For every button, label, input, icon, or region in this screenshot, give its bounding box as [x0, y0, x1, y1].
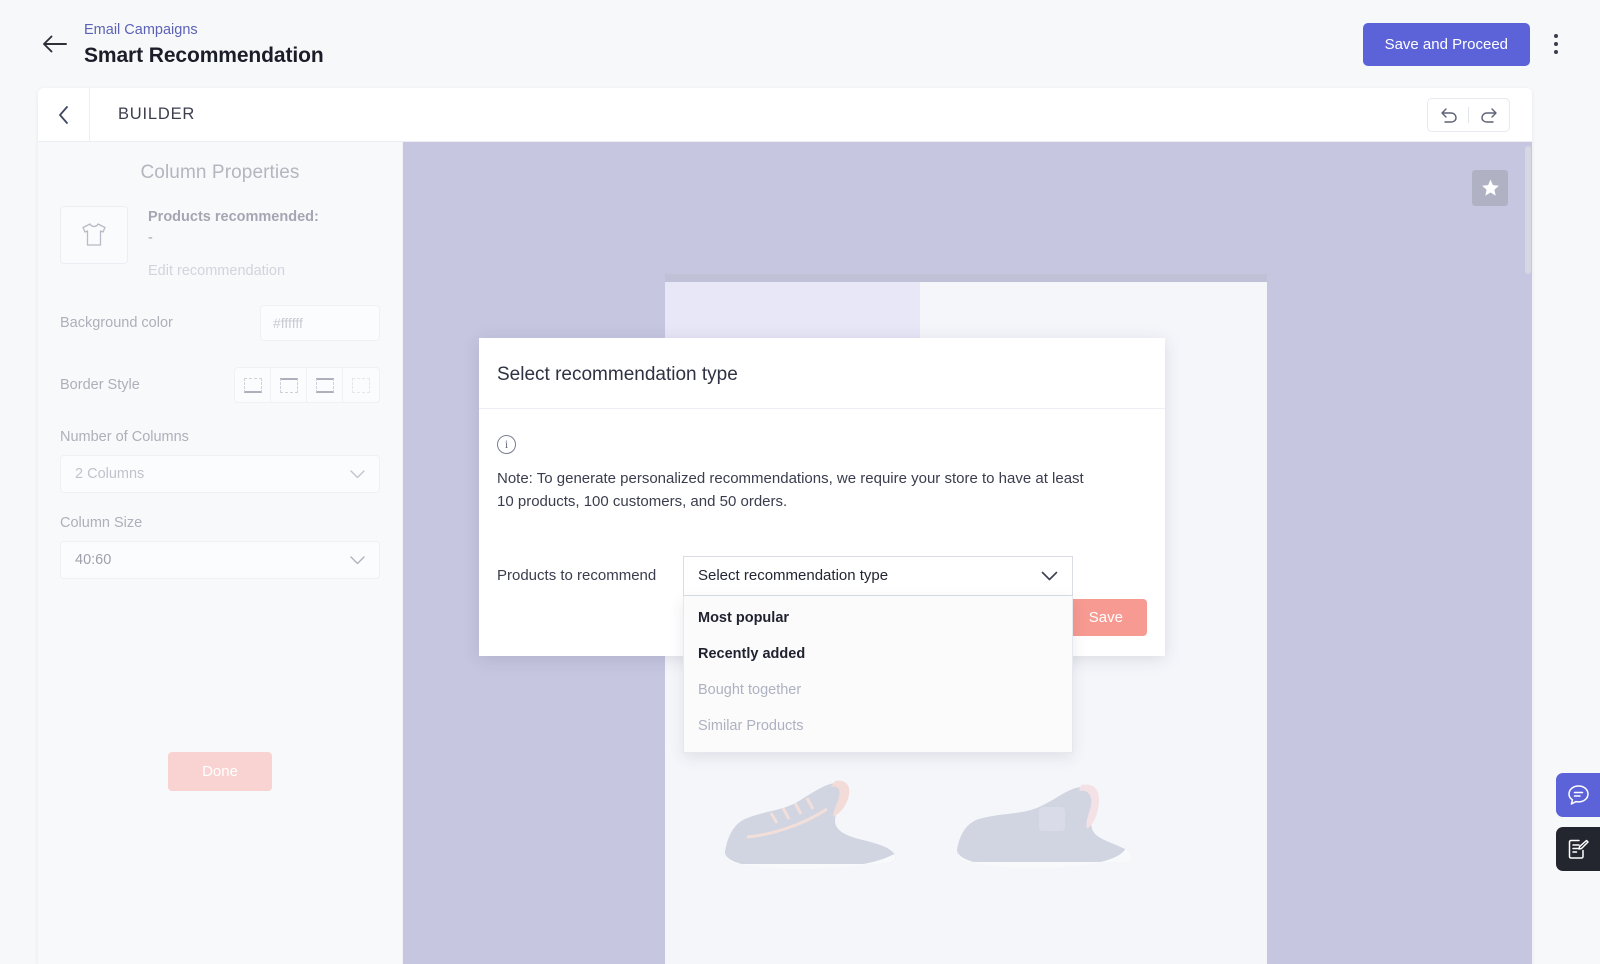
column-size-label: Column Size — [60, 515, 143, 532]
product-image-row — [699, 765, 1233, 877]
number-of-columns-field: Number of Columns 2 Columns — [60, 429, 380, 494]
done-button-wrap: Done — [38, 752, 402, 791]
border-style-row: Border Style — [60, 367, 380, 404]
builder-header: BUILDER — [38, 88, 1532, 142]
border-top-bottom-icon — [315, 377, 334, 393]
builder-body: Column Properties Products recommended: … — [38, 142, 1532, 964]
option-recently-added[interactable]: Recently added — [684, 636, 1072, 672]
number-of-columns-label: Number of Columns — [60, 429, 189, 446]
products-recommended-row: Products recommended: - Edit recommendat… — [60, 206, 380, 279]
modal-content: i Note: To generate personalized recomme… — [479, 435, 1165, 753]
border-top-icon — [279, 377, 298, 393]
page-title: Smart Recommendation — [84, 43, 324, 67]
background-color-input[interactable] — [260, 305, 380, 342]
modal-title: Select recommendation type — [479, 338, 1165, 409]
select-recommendation-type-modal: Select recommendation type i Note: To ge… — [479, 338, 1165, 753]
background-color-label: Background color — [60, 315, 173, 332]
products-recommended-value: - — [148, 229, 153, 246]
sneaker-image — [945, 765, 1145, 877]
more-vertical-icon[interactable] — [1536, 22, 1576, 66]
number-of-columns-select[interactable]: 2 Columns — [60, 455, 380, 494]
chevron-down-icon — [350, 556, 365, 565]
star-icon[interactable] — [1472, 170, 1508, 206]
breadcrumb[interactable]: Email Campaigns — [84, 20, 324, 42]
builder-panel: BUILDER Column Properties Products recom… — [38, 88, 1532, 964]
sneaker-image — [711, 765, 911, 877]
products-recommended-label: Products recommended: — [148, 209, 319, 225]
edit-recommendation-link[interactable]: Edit recommendation — [148, 263, 319, 279]
undo-icon[interactable] — [1428, 99, 1468, 131]
chat-bubble-icon[interactable] — [1556, 773, 1600, 817]
builder-label: BUILDER — [118, 105, 196, 123]
info-icon: i — [497, 435, 516, 454]
column-size-select[interactable]: 40:60 — [60, 541, 380, 580]
border-bottom-icon — [243, 377, 262, 393]
chevron-down-icon — [350, 470, 365, 479]
tshirt-icon[interactable] — [60, 206, 128, 264]
done-button[interactable]: Done — [168, 752, 272, 791]
chevron-left-icon[interactable] — [38, 88, 90, 141]
email-header-strip — [665, 274, 1267, 282]
border-style-label: Border Style — [60, 377, 140, 394]
redo-icon[interactable] — [1469, 99, 1509, 131]
border-top-and-bottom-button[interactable] — [307, 368, 343, 403]
option-most-popular[interactable]: Most popular — [684, 600, 1072, 636]
option-bought-together: Bought together — [698, 681, 802, 698]
number-of-columns-value: 2 Columns — [75, 466, 145, 483]
recommendation-type-option-list: Most popular Recently added Bought toget… — [683, 595, 1073, 753]
arrow-left-icon[interactable] — [38, 27, 72, 61]
top-bar: Email Campaigns Smart Recommendation Sav… — [0, 0, 1600, 88]
column-size-value: 40:60 — [75, 552, 112, 569]
title-block: Email Campaigns Smart Recommendation — [84, 20, 324, 68]
modal-note-text: Note: To generate personalized recommend… — [497, 470, 1084, 510]
column-properties-sidebar: Column Properties Products recommended: … — [38, 142, 403, 964]
note-edit-icon[interactable] — [1556, 827, 1600, 871]
products-recommended-texts: Products recommended: - Edit recommendat… — [148, 206, 319, 279]
undo-redo-group — [1427, 97, 1510, 132]
sidebar-title: Column Properties — [140, 162, 300, 183]
border-bottom-only-button[interactable] — [235, 368, 271, 403]
save-button[interactable]: Save — [1064, 598, 1147, 636]
border-style-group — [234, 367, 380, 404]
column-size-field: Column Size 40:60 — [60, 515, 380, 580]
border-top-only-button[interactable] — [271, 368, 307, 403]
scrollbar-thumb[interactable] — [1525, 146, 1531, 274]
save-and-proceed-button[interactable]: Save and Proceed — [1362, 22, 1530, 66]
border-none-button[interactable] — [343, 368, 379, 402]
border-none-icon — [352, 377, 370, 393]
canvas-scrollbar[interactable] — [1525, 142, 1531, 964]
background-color-row: Background color — [60, 305, 380, 342]
option-similar-products: Similar Products — [698, 717, 804, 734]
